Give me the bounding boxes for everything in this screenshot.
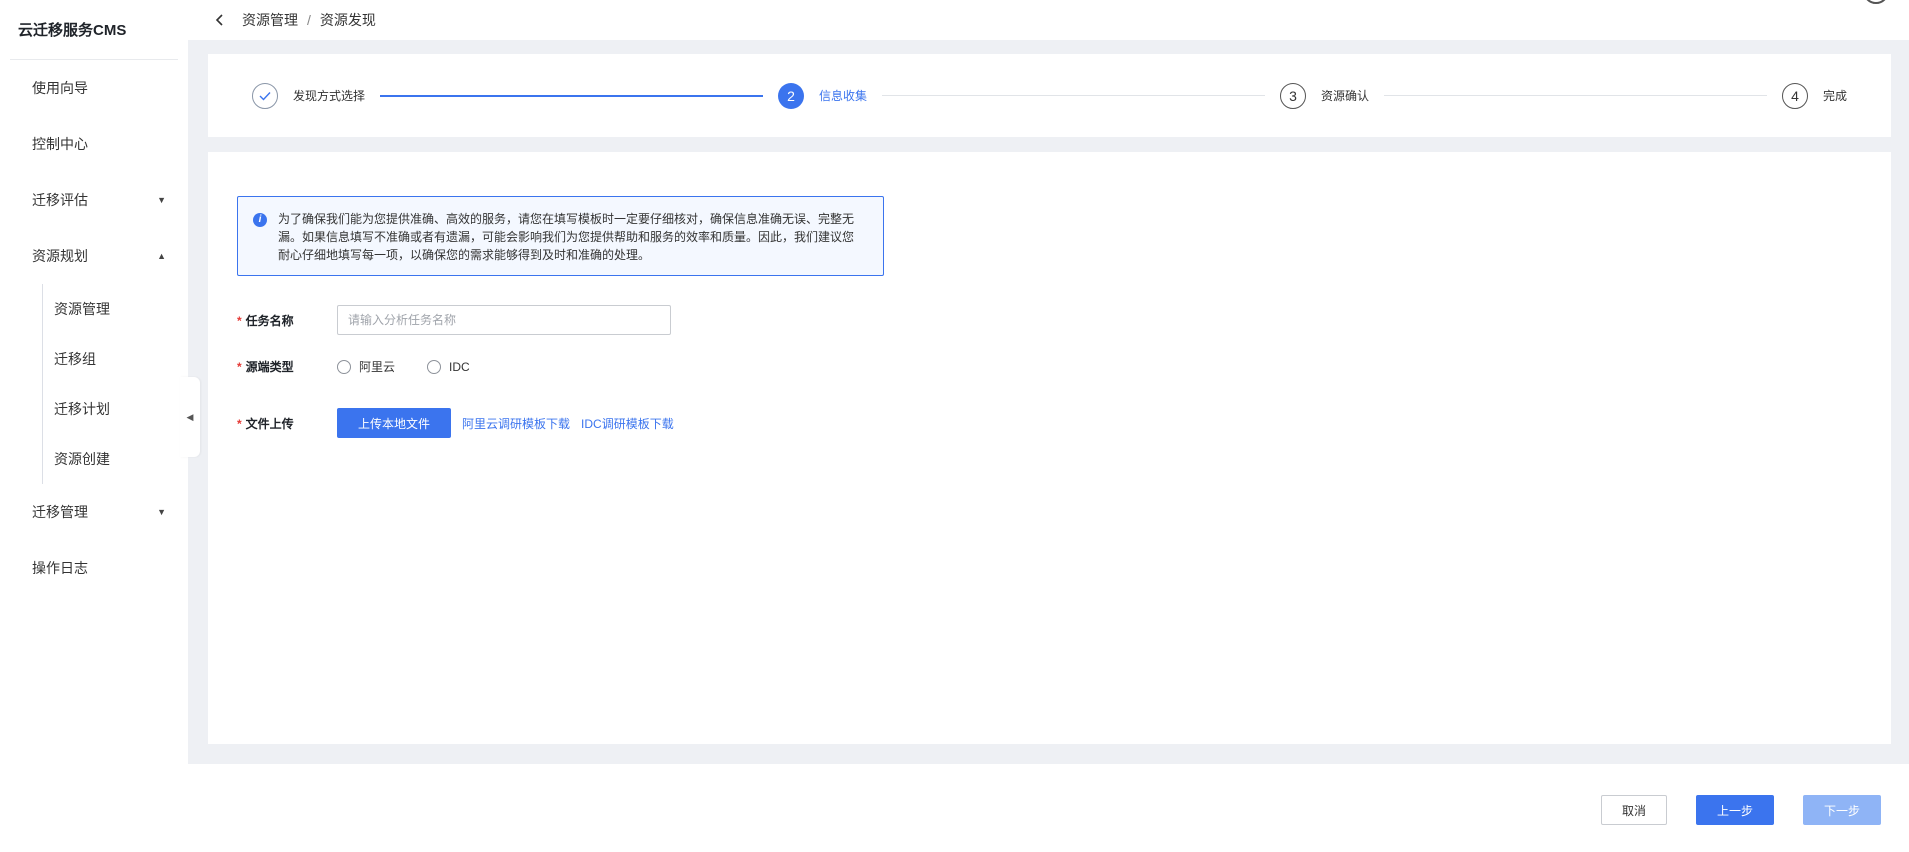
radio-circle bbox=[337, 359, 351, 374]
notice-text: 为了确保我们能为您提供准确、高效的服务，请您在填写模板时一定要仔细核对，确保信息… bbox=[278, 212, 855, 262]
info-icon: i bbox=[253, 213, 267, 227]
task-name-label: * 任务名称 bbox=[237, 313, 294, 328]
radio-label: IDC bbox=[449, 359, 470, 374]
step-number: 3 bbox=[1280, 82, 1306, 109]
sidebar-item-guide[interactable]: 使用向导 bbox=[0, 60, 188, 116]
breadcrumb: 资源管理 / 资源发现 bbox=[242, 10, 376, 30]
step-connector bbox=[1384, 95, 1767, 96]
avatar[interactable] bbox=[1863, 0, 1889, 4]
sidebar-item-resource-planning[interactable]: 资源规划 ▲ bbox=[0, 228, 188, 284]
footer-actions: 取消 上一步 下一步 bbox=[188, 764, 1909, 852]
task-name-row: * 任务名称 bbox=[237, 305, 671, 335]
upload-local-file-button[interactable]: 上传本地文件 bbox=[337, 408, 452, 438]
sidebar-item-operation-log[interactable]: 操作日志 bbox=[0, 540, 188, 596]
step-label: 发现方式选择 bbox=[293, 89, 366, 103]
step-connector bbox=[882, 95, 1265, 96]
breadcrumb-separator: / bbox=[307, 12, 311, 28]
chevron-left-icon[interactable] bbox=[214, 14, 226, 26]
previous-step-button[interactable]: 上一步 bbox=[1696, 795, 1774, 825]
idc-template-download-link[interactable]: IDC调研模板下载 bbox=[581, 415, 674, 432]
source-type-label: * 源端类型 bbox=[237, 360, 294, 374]
radio-circle bbox=[427, 359, 442, 374]
step-resource-confirm: 3 资源确认 bbox=[1280, 82, 1370, 109]
sidebar-collapse-button[interactable]: ◀ bbox=[180, 377, 200, 457]
sidebar-subitem-resource-management[interactable]: 资源管理 bbox=[43, 284, 188, 334]
caret-down-icon: ▼ bbox=[157, 195, 166, 205]
sidebar-subitem-resource-creation[interactable]: 资源创建 bbox=[43, 434, 188, 484]
caret-left-icon: ◀ bbox=[186, 411, 194, 422]
step-number: 4 bbox=[1782, 82, 1808, 109]
app-title: 云迁移服务CMS bbox=[18, 22, 127, 39]
file-upload-row: * 文件上传 上传本地文件 阿里云调研模板下载 IDC调研模板下载 bbox=[237, 408, 674, 438]
step-discovery-method: 发现方式选择 bbox=[252, 82, 366, 109]
sidebar-item-label: 控制中心 bbox=[32, 136, 88, 152]
steps-bar: 发现方式选择 2 信息收集 3 资源确认 4 完成 bbox=[208, 54, 1891, 137]
radio-idc[interactable]: IDC bbox=[427, 359, 470, 374]
form-card: i 为了确保我们能为您提供准确、高效的服务，请您在填写模板时一定要仔细核对，确保… bbox=[208, 152, 1891, 744]
breadcrumb-parent[interactable]: 资源管理 bbox=[242, 10, 298, 30]
radio-label: 阿里云 bbox=[359, 360, 396, 374]
aliyun-template-download-link[interactable]: 阿里云调研模板下载 bbox=[462, 415, 570, 432]
sidebar-menu: 使用向导 控制中心 迁移评估 ▼ 资源规划 ▲ 资源管理 迁移组 迁移计划 资源… bbox=[0, 60, 188, 596]
sidebar-item-label: 操作日志 bbox=[32, 560, 88, 576]
radio-aliyun[interactable]: 阿里云 bbox=[337, 358, 395, 375]
sidebar: 云迁移服务CMS 使用向导 控制中心 迁移评估 ▼ 资源规划 ▲ 资源管理 迁移… bbox=[0, 0, 188, 852]
sidebar-item-label: 使用向导 bbox=[32, 80, 88, 96]
file-upload-label: * 文件上传 bbox=[237, 416, 294, 431]
sidebar-subitem-migration-group[interactable]: 迁移组 bbox=[43, 334, 188, 384]
sidebar-submenu: 资源管理 迁移组 迁移计划 资源创建 bbox=[0, 284, 188, 484]
check-icon bbox=[252, 82, 278, 109]
sidebar-item-migration-management[interactable]: 迁移管理 ▼ bbox=[0, 484, 188, 540]
breadcrumb-current: 资源发现 bbox=[319, 12, 376, 28]
caret-up-icon: ▲ bbox=[157, 251, 166, 261]
sidebar-item-control-center[interactable]: 控制中心 bbox=[0, 116, 188, 172]
step-finish: 4 完成 bbox=[1782, 82, 1848, 109]
step-number: 2 bbox=[778, 82, 804, 109]
step-label: 信息收集 bbox=[819, 89, 868, 103]
sidebar-subitem-migration-plan[interactable]: 迁移计划 bbox=[43, 384, 188, 434]
source-type-row: * 源端类型 阿里云 IDC bbox=[237, 358, 502, 375]
step-label: 完成 bbox=[1823, 89, 1848, 103]
caret-down-icon: ▼ bbox=[157, 507, 166, 517]
sidebar-item-label: 资源规划 bbox=[32, 248, 88, 264]
topbar: 资源管理 / 资源发现 bbox=[188, 0, 1909, 40]
task-name-input[interactable] bbox=[337, 305, 671, 335]
step-connector bbox=[380, 94, 763, 97]
next-step-button[interactable]: 下一步 bbox=[1803, 795, 1881, 825]
notice-alert: i 为了确保我们能为您提供准确、高效的服务，请您在填写模板时一定要仔细核对，确保… bbox=[237, 196, 884, 276]
cancel-button[interactable]: 取消 bbox=[1601, 795, 1667, 825]
sidebar-item-label: 迁移评估 bbox=[32, 192, 88, 208]
step-label: 资源确认 bbox=[1321, 89, 1370, 103]
sidebar-item-label: 迁移管理 bbox=[32, 504, 88, 520]
sidebar-item-migration-assessment[interactable]: 迁移评估 ▼ bbox=[0, 172, 188, 228]
step-info-collection: 2 信息收集 bbox=[778, 82, 868, 109]
